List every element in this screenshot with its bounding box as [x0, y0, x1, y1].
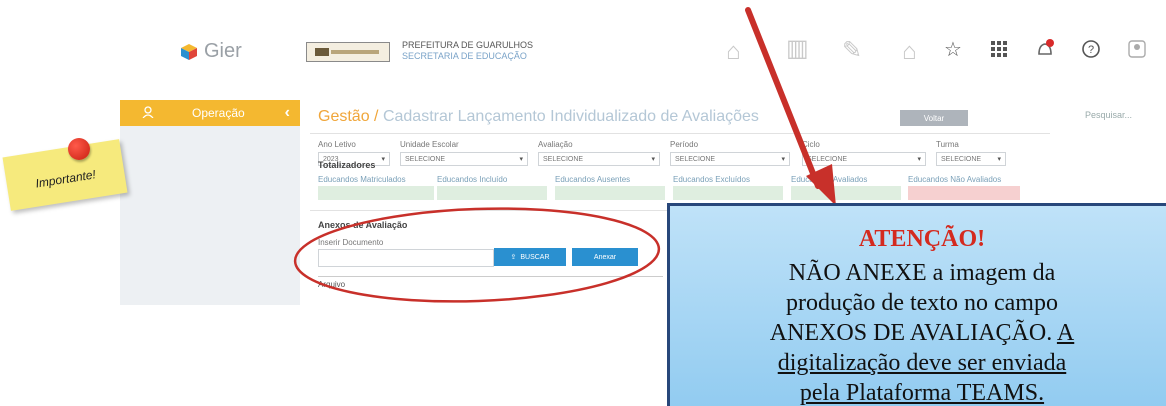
callout-line-part: ANEXOS DE AVALIAÇÃO.	[769, 320, 1053, 346]
callout-body: NÃO ANEXE a imagem da produção de texto …	[670, 258, 1166, 406]
callout-line: ANEXOS DE AVALIAÇÃO. A	[670, 318, 1166, 348]
atencao-callout: ATENÇÃO! NÃO ANEXE a imagem da produção …	[667, 203, 1166, 406]
callout-line: NÃO ANEXE a imagem da	[788, 260, 1056, 286]
push-pin-icon	[68, 138, 90, 160]
callout-title: ATENÇÃO!	[858, 226, 986, 252]
callout-line-part: A	[1056, 320, 1075, 346]
sticky-note-text: Importante!	[34, 167, 97, 191]
screenshot-stage: Gier PREFEITURA DE GUARULHOS SECRETARIA …	[0, 0, 1166, 406]
callout-line: pela Plataforma TEAMS.	[799, 380, 1045, 406]
annotation-ellipse	[293, 207, 661, 303]
annotation-arrow-shaft	[745, 7, 821, 189]
callout-line: digitalização deve ser enviada	[777, 350, 1067, 376]
callout-line: produção de texto no campo	[786, 290, 1058, 316]
